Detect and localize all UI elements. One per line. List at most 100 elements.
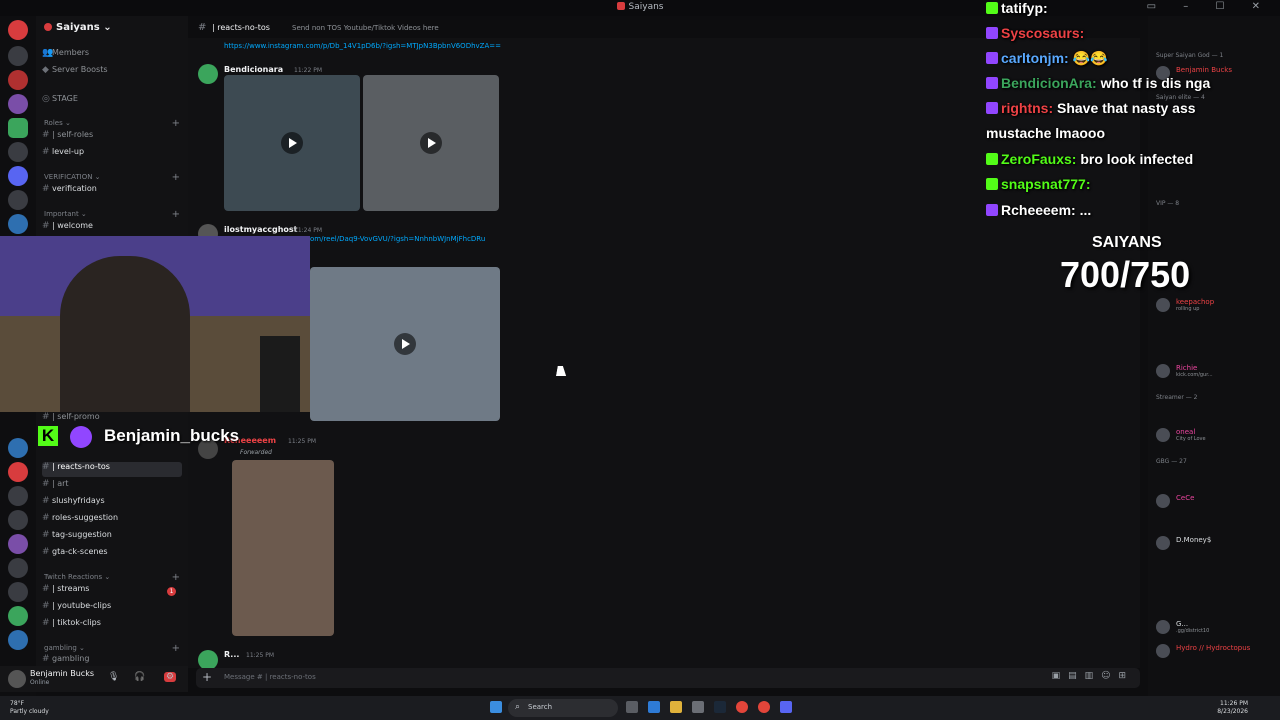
add-channel-icon[interactable]: + <box>172 172 180 183</box>
webcam-overlay <box>0 236 310 412</box>
channel-roles-suggestion[interactable]: # roles-suggestion <box>42 513 182 528</box>
channel-streams[interactable]: # | streams 1 <box>42 584 182 599</box>
server-icon[interactable] <box>8 630 28 650</box>
message-composer[interactable]: + Message # | reacts-no-tos ▣▤▥☺⊞ <box>196 668 1140 688</box>
member-group-header: GBG — 27 <box>1156 458 1187 465</box>
hash-icon: # <box>42 654 50 664</box>
member-row[interactable]: Hydro // Hydroctopus <box>1156 642 1276 660</box>
stage-icon: ◎ <box>42 94 50 104</box>
channel-tag-suggestion[interactable]: # tag-suggestion <box>42 530 182 545</box>
server-icon[interactable] <box>8 46 28 66</box>
category-twitch-reactions[interactable]: Twitch Reactions ⌄ + <box>44 572 180 583</box>
member-row[interactable]: CeCe <box>1156 492 1276 510</box>
avatar[interactable] <box>8 670 26 688</box>
server-icon[interactable] <box>8 606 28 626</box>
hash-icon: # <box>42 513 50 523</box>
server-icon[interactable] <box>8 486 28 506</box>
channel-reacts-no-tos[interactable]: # | reacts-no-tos <box>42 462 182 477</box>
channel-welcome[interactable]: # | welcome <box>42 221 182 236</box>
category-gambling[interactable]: gambling ⌄ + <box>44 643 180 654</box>
message-author[interactable]: R... <box>224 650 239 659</box>
server-icon[interactable] <box>8 558 28 578</box>
server-icon[interactable] <box>8 166 28 186</box>
headphones-icon[interactable]: 🎧 <box>134 672 145 682</box>
add-channel-icon[interactable]: + <box>172 118 180 129</box>
message-author[interactable]: ilostmyaccghost <box>224 225 298 234</box>
category-roles[interactable]: Roles ⌄ + <box>44 118 180 129</box>
server-icon[interactable] <box>8 94 28 114</box>
video-attachment[interactable] <box>363 75 499 211</box>
server-icon[interactable] <box>8 438 28 458</box>
settings-gear-icon[interactable]: ⚙ <box>164 672 177 682</box>
play-icon[interactable] <box>281 132 303 154</box>
taskbar-search[interactable]: ⌕ Search <box>508 699 618 717</box>
chrome-icon[interactable] <box>736 701 748 713</box>
user-panel: Benjamin Bucks Online 🎙 🎧 ⚙ <box>0 666 188 692</box>
composer-tools[interactable]: ▣▤▥☺⊞ <box>1052 671 1134 681</box>
member-row[interactable]: keepachop rolling up <box>1156 296 1276 314</box>
message-author[interactable]: Bendicionara <box>224 65 283 74</box>
sidebar-item-stage[interactable]: ◎ STAGE <box>42 94 182 109</box>
server-icon[interactable] <box>8 462 28 482</box>
server-icon[interactable] <box>8 510 28 530</box>
edge-icon[interactable] <box>648 701 660 713</box>
avatar[interactable] <box>198 64 218 84</box>
settings-icon[interactable] <box>692 701 704 713</box>
channel-gambling[interactable]: # gambling <box>42 654 182 664</box>
weather-widget[interactable]: 78°F Partly cloudy <box>10 700 49 716</box>
channel-level-up[interactable]: # level-up <box>42 147 182 162</box>
avatar[interactable] <box>198 650 218 670</box>
microphone-icon[interactable]: 🎙 <box>108 672 119 682</box>
overlay-chat-line: snapsnat777: <box>986 176 1090 192</box>
play-icon[interactable] <box>394 333 416 355</box>
member-row[interactable]: Richie kick.com/gur... <box>1156 362 1276 380</box>
image-attachment[interactable] <box>232 460 334 636</box>
add-channel-icon[interactable]: + <box>172 209 180 220</box>
member-row[interactable]: oneal City of Love <box>1156 426 1276 444</box>
play-icon[interactable] <box>420 132 442 154</box>
server-icon[interactable] <box>8 582 28 602</box>
steam-icon[interactable] <box>714 701 726 713</box>
server-icon[interactable] <box>8 214 28 234</box>
member-row[interactable]: D.Money$ <box>1156 534 1276 552</box>
add-channel-icon[interactable]: + <box>172 643 180 654</box>
twitch-badge-icon <box>986 102 998 114</box>
task-view-icon[interactable] <box>626 701 638 713</box>
avatar <box>1156 364 1170 378</box>
sidebar-item-members[interactable]: 👥Members <box>42 48 182 63</box>
channel-self-roles[interactable]: # | self-roles <box>42 130 182 145</box>
server-icon[interactable] <box>8 70 28 90</box>
member-group-header: Streamer — 2 <box>1156 394 1198 401</box>
category-verification[interactable]: VERIFICATION ⌄ + <box>44 172 180 183</box>
message-input[interactable]: Message # | reacts-no-tos <box>224 673 316 681</box>
add-attachment-icon[interactable]: + <box>202 670 212 684</box>
server-icon[interactable] <box>8 20 28 40</box>
file-explorer-icon[interactable] <box>670 701 682 713</box>
window-controls[interactable]: ▭ – ☐ ✕ <box>1147 1 1272 12</box>
server-icon[interactable] <box>8 118 28 138</box>
message-link[interactable]: om/reel/Daq9-VovGVU/?igsh=NnhnbWJnMjFhcD… <box>310 235 485 243</box>
channel-verification[interactable]: # verification <box>42 184 182 199</box>
sidebar-item-server-boosts[interactable]: ◆ Server Boosts <box>42 65 182 80</box>
video-attachment[interactable] <box>310 267 500 421</box>
start-icon[interactable] <box>490 701 502 713</box>
message-link[interactable]: https://www.instagram.com/p/Db_14V1pD6b/… <box>224 42 501 50</box>
channel-gta-ck-scenes[interactable]: # gta-ck-scenes <box>42 547 182 562</box>
channel-self-promo[interactable]: # | self-promo <box>42 412 182 427</box>
server-name[interactable]: Saiyans ⌄ <box>44 22 112 33</box>
add-channel-icon[interactable]: + <box>172 572 180 583</box>
system-clock[interactable]: 11:26 PM 8/23/2026 <box>1217 700 1248 716</box>
overlay-chat-line: BendicionAra: who tf is dis nga <box>986 75 1210 91</box>
channel-art[interactable]: # | art <box>42 479 182 494</box>
obs-icon[interactable] <box>758 701 770 713</box>
category-important[interactable]: Important ⌄ + <box>44 209 180 220</box>
server-icon[interactable] <box>8 190 28 210</box>
video-attachment[interactable] <box>224 75 360 211</box>
channel-slushyfridays[interactable]: # slushyfridays <box>42 496 182 511</box>
discord-icon[interactable] <box>780 701 792 713</box>
server-icon[interactable] <box>8 534 28 554</box>
server-icon[interactable] <box>8 142 28 162</box>
member-row[interactable]: G... .gg/district10 <box>1156 618 1276 636</box>
channel-tiktok-clips[interactable]: # | tiktok-clips <box>42 618 182 633</box>
channel-youtube-clips[interactable]: # | youtube-clips <box>42 601 182 616</box>
